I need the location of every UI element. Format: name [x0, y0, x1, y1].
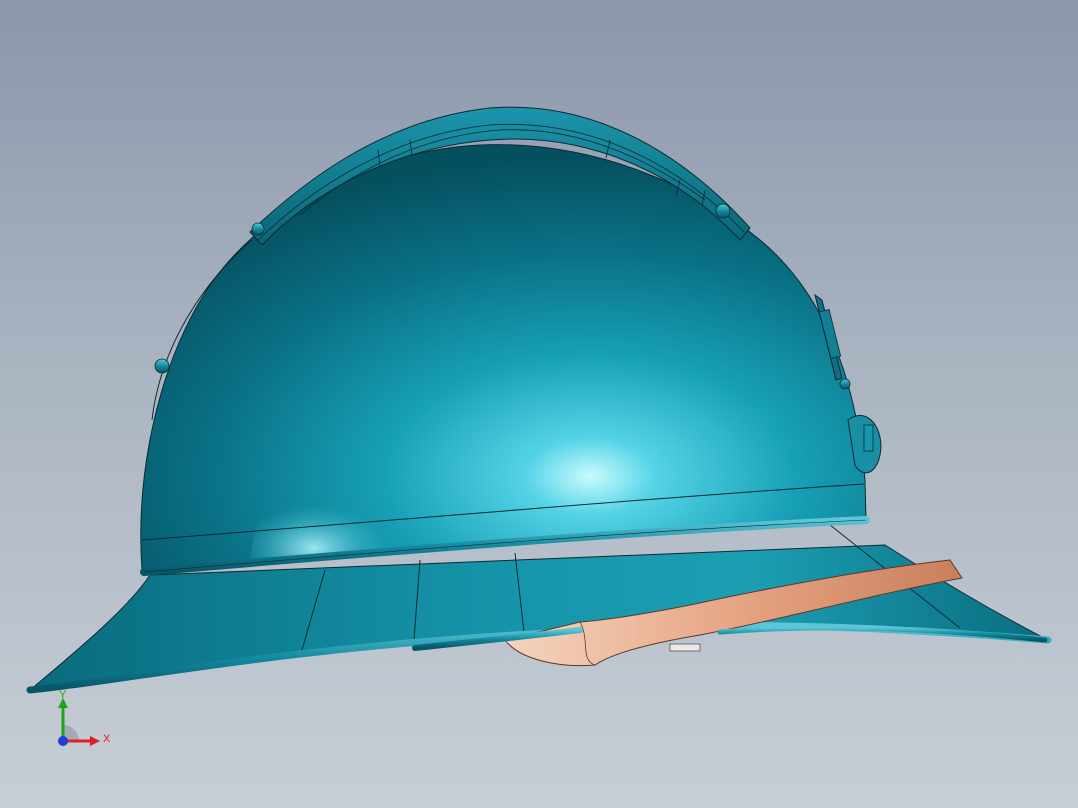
- crest-rivet: [251, 222, 265, 236]
- antenna-rivet: [839, 378, 851, 390]
- y-axis-label: Y: [59, 689, 67, 701]
- z-axis-dot: [58, 736, 68, 746]
- side-vent-clip: [863, 424, 874, 452]
- 3d-viewport[interactable]: X Y: [0, 0, 1078, 808]
- helmet-dome: [140, 144, 867, 571]
- helmet-model[interactable]: [0, 0, 1078, 808]
- strap-buckle: [669, 643, 701, 652]
- side-rivet: [154, 358, 170, 374]
- crest-rivet: [715, 203, 731, 219]
- x-axis-arrow: [90, 736, 100, 746]
- x-axis-label: X: [103, 733, 111, 745]
